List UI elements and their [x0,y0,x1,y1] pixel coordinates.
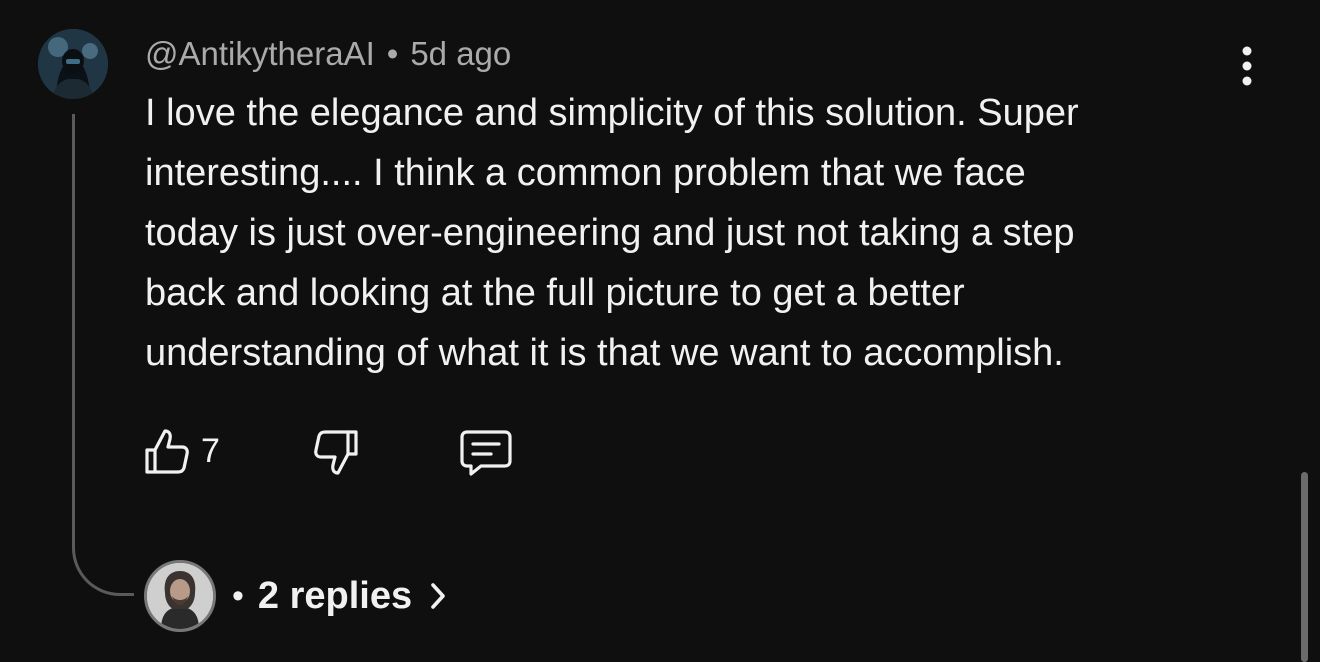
scrollbar-thumb[interactable] [1301,472,1308,662]
author-name[interactable]: @AntikytheraAI [145,35,375,72]
reply-button[interactable] [459,428,513,478]
like-button[interactable]: 7 [143,426,220,476]
thumbs-up-icon [145,429,189,474]
reply-author-avatar [144,560,216,632]
comment-meta: @AntikytheraAI • 5d ago [145,32,511,76]
more-vertical-icon [1242,46,1252,86]
more-options-button[interactable] [1232,44,1262,88]
view-replies-button[interactable]: • 2 replies [144,560,448,632]
like-count: 7 [201,432,220,470]
author-avatar[interactable] [38,29,108,99]
replies-count-label: 2 replies [257,574,413,617]
replies-separator: • [232,576,244,615]
thumbs-down-icon [314,430,358,475]
chevron-right-icon [428,580,448,612]
comment-timestamp[interactable]: 5d ago [410,35,511,72]
meta-separator: • [386,35,399,72]
dislike-button[interactable] [312,428,360,478]
thread-connector-line [72,114,134,596]
comment-body: I love the elegance and simplicity of th… [145,92,1079,374]
comment-icon [460,430,512,476]
